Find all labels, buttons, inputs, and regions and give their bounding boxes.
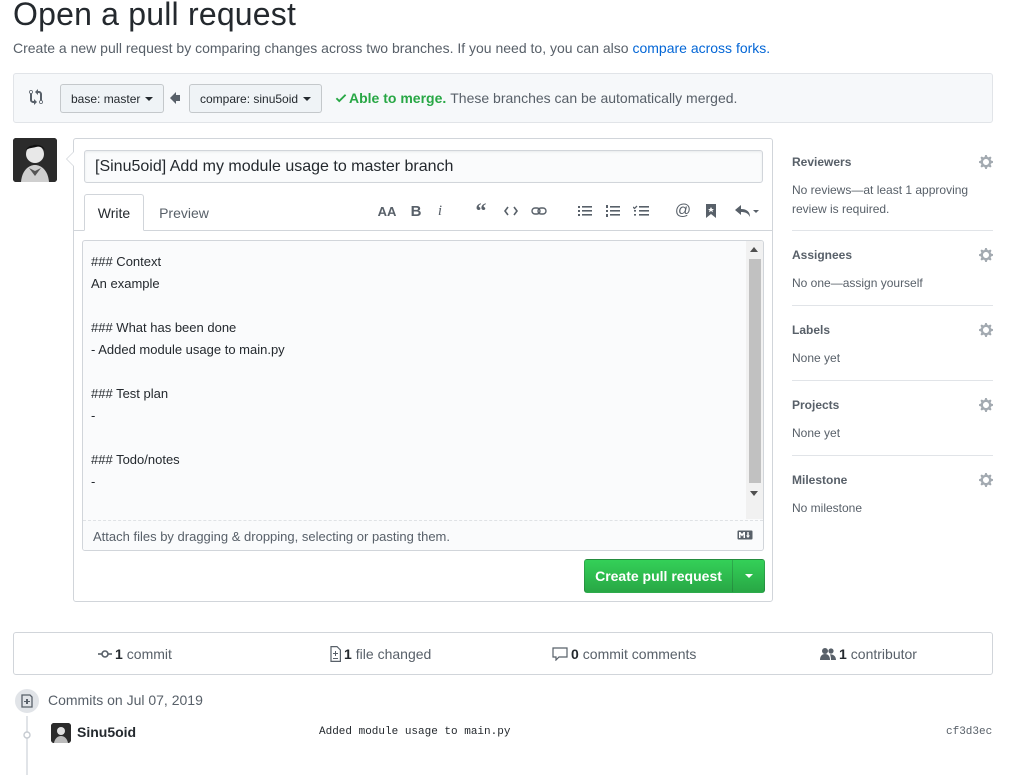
mention-icon[interactable]: @: [672, 201, 694, 221]
assignees-value[interactable]: No one—assign yourself: [792, 274, 982, 293]
arrow-left-icon: [170, 92, 180, 104]
assignees-heading[interactable]: Assignees: [792, 248, 852, 262]
commits-tab[interactable]: 1 commit: [98, 633, 172, 674]
gear-icon[interactable]: [979, 472, 993, 488]
compare-forks-link[interactable]: compare across forks.: [632, 40, 770, 56]
commit-message[interactable]: Added module usage to main.py: [319, 726, 510, 738]
sidebar-assignees: Assignees No one—assign yourself: [792, 248, 993, 306]
contributors-tab[interactable]: 1 contributor: [820, 633, 917, 674]
projects-heading[interactable]: Projects: [792, 398, 839, 412]
chevron-down-icon: [744, 574, 753, 578]
pr-body-textarea[interactable]: ### Context An example ### What has been…: [82, 240, 764, 551]
sidebar-labels: Labels None yet: [792, 323, 993, 381]
projects-value: None yet: [792, 426, 841, 440]
sidebar-projects: Projects None yet: [792, 398, 993, 456]
sidebar-reviewers: Reviewers No reviews—at least 1 approvin…: [792, 155, 993, 231]
pr-summary-bar: 1 commit 1 file changed 0 commit comments 1…: [13, 632, 993, 675]
milestone-value: No milestone: [792, 501, 863, 515]
markdown-icon: [737, 530, 753, 540]
file-diff-icon: [328, 645, 341, 662]
attach-files-bar[interactable]: Attach files by dragging & dropping, sel…: [83, 520, 763, 550]
numbered-list-icon[interactable]: [602, 201, 624, 221]
gear-icon[interactable]: [979, 247, 993, 263]
avatar[interactable]: [13, 138, 57, 182]
commit-author-avatar[interactable]: [51, 723, 71, 743]
pr-body-text: ### Context An example ### What has been…: [91, 254, 285, 489]
milestone-heading[interactable]: Milestone: [792, 473, 847, 487]
labels-heading[interactable]: Labels: [792, 323, 830, 337]
page-title: Open a pull request: [13, 0, 297, 32]
italic-icon[interactable]: i: [429, 201, 451, 221]
reply-icon[interactable]: [732, 201, 762, 221]
gear-icon[interactable]: [979, 154, 993, 170]
scrollbar-thumb[interactable]: [749, 259, 761, 483]
labels-value: None yet: [792, 351, 841, 365]
people-icon: [820, 647, 836, 661]
bulleted-list-icon[interactable]: [574, 201, 596, 221]
bold-icon[interactable]: B: [405, 201, 427, 221]
reviewers-value: No reviews—at least 1 approving review i…: [792, 183, 969, 216]
quote-icon[interactable]: “: [470, 198, 492, 223]
commit-icon: [21, 729, 33, 741]
commit-icon: [98, 649, 112, 659]
commit-sha[interactable]: cf3d3ec: [946, 726, 992, 738]
tab-write[interactable]: Write: [84, 194, 144, 231]
tab-preview[interactable]: Preview: [148, 194, 220, 231]
reviewers-heading[interactable]: Reviewers: [792, 155, 851, 169]
files-changed-tab[interactable]: 1 file changed: [328, 633, 431, 674]
gear-icon[interactable]: [979, 322, 993, 338]
task-list-icon[interactable]: [630, 201, 652, 221]
commits-date-heading: Commits on Jul 07, 2019: [48, 692, 203, 708]
merge-status: Able to merge. These branches can be aut…: [335, 90, 737, 106]
saved-reply-icon[interactable]: [700, 201, 722, 221]
timeline-line: [26, 716, 28, 775]
chevron-down-icon: [145, 96, 154, 101]
scroll-up-icon[interactable]: [750, 247, 758, 252]
create-options-dropdown[interactable]: [733, 560, 764, 592]
header-icon[interactable]: AA: [376, 201, 398, 221]
pull-request-form: [Sinu5oid] Add my module usage to master…: [66, 138, 773, 602]
chevron-down-icon: [303, 96, 312, 101]
compare-branch-select[interactable]: compare: sinu5oid: [189, 84, 323, 113]
check-icon: [335, 91, 347, 105]
comment-icon: [552, 646, 568, 661]
pr-title-input[interactable]: [Sinu5oid] Add my module usage to master…: [84, 150, 763, 183]
page-subtitle: Create a new pull request by comparing c…: [13, 40, 771, 56]
commit-author[interactable]: Sinu5oid: [77, 724, 136, 740]
branch-range-bar: base: master compare: sinu5oid Able to m…: [13, 73, 993, 123]
sidebar-milestone: Milestone No milestone: [792, 473, 993, 518]
base-branch-select[interactable]: base: master: [60, 84, 165, 113]
link-icon[interactable]: [528, 201, 550, 221]
git-commit-badge: [13, 687, 41, 715]
git-compare-icon: [29, 89, 43, 105]
gear-icon[interactable]: [979, 397, 993, 413]
create-pull-request-button[interactable]: Create pull request: [584, 559, 765, 593]
commit-comments-tab[interactable]: 0 commit comments: [552, 633, 696, 674]
code-icon[interactable]: [500, 201, 522, 221]
scroll-down-icon[interactable]: [750, 491, 758, 496]
